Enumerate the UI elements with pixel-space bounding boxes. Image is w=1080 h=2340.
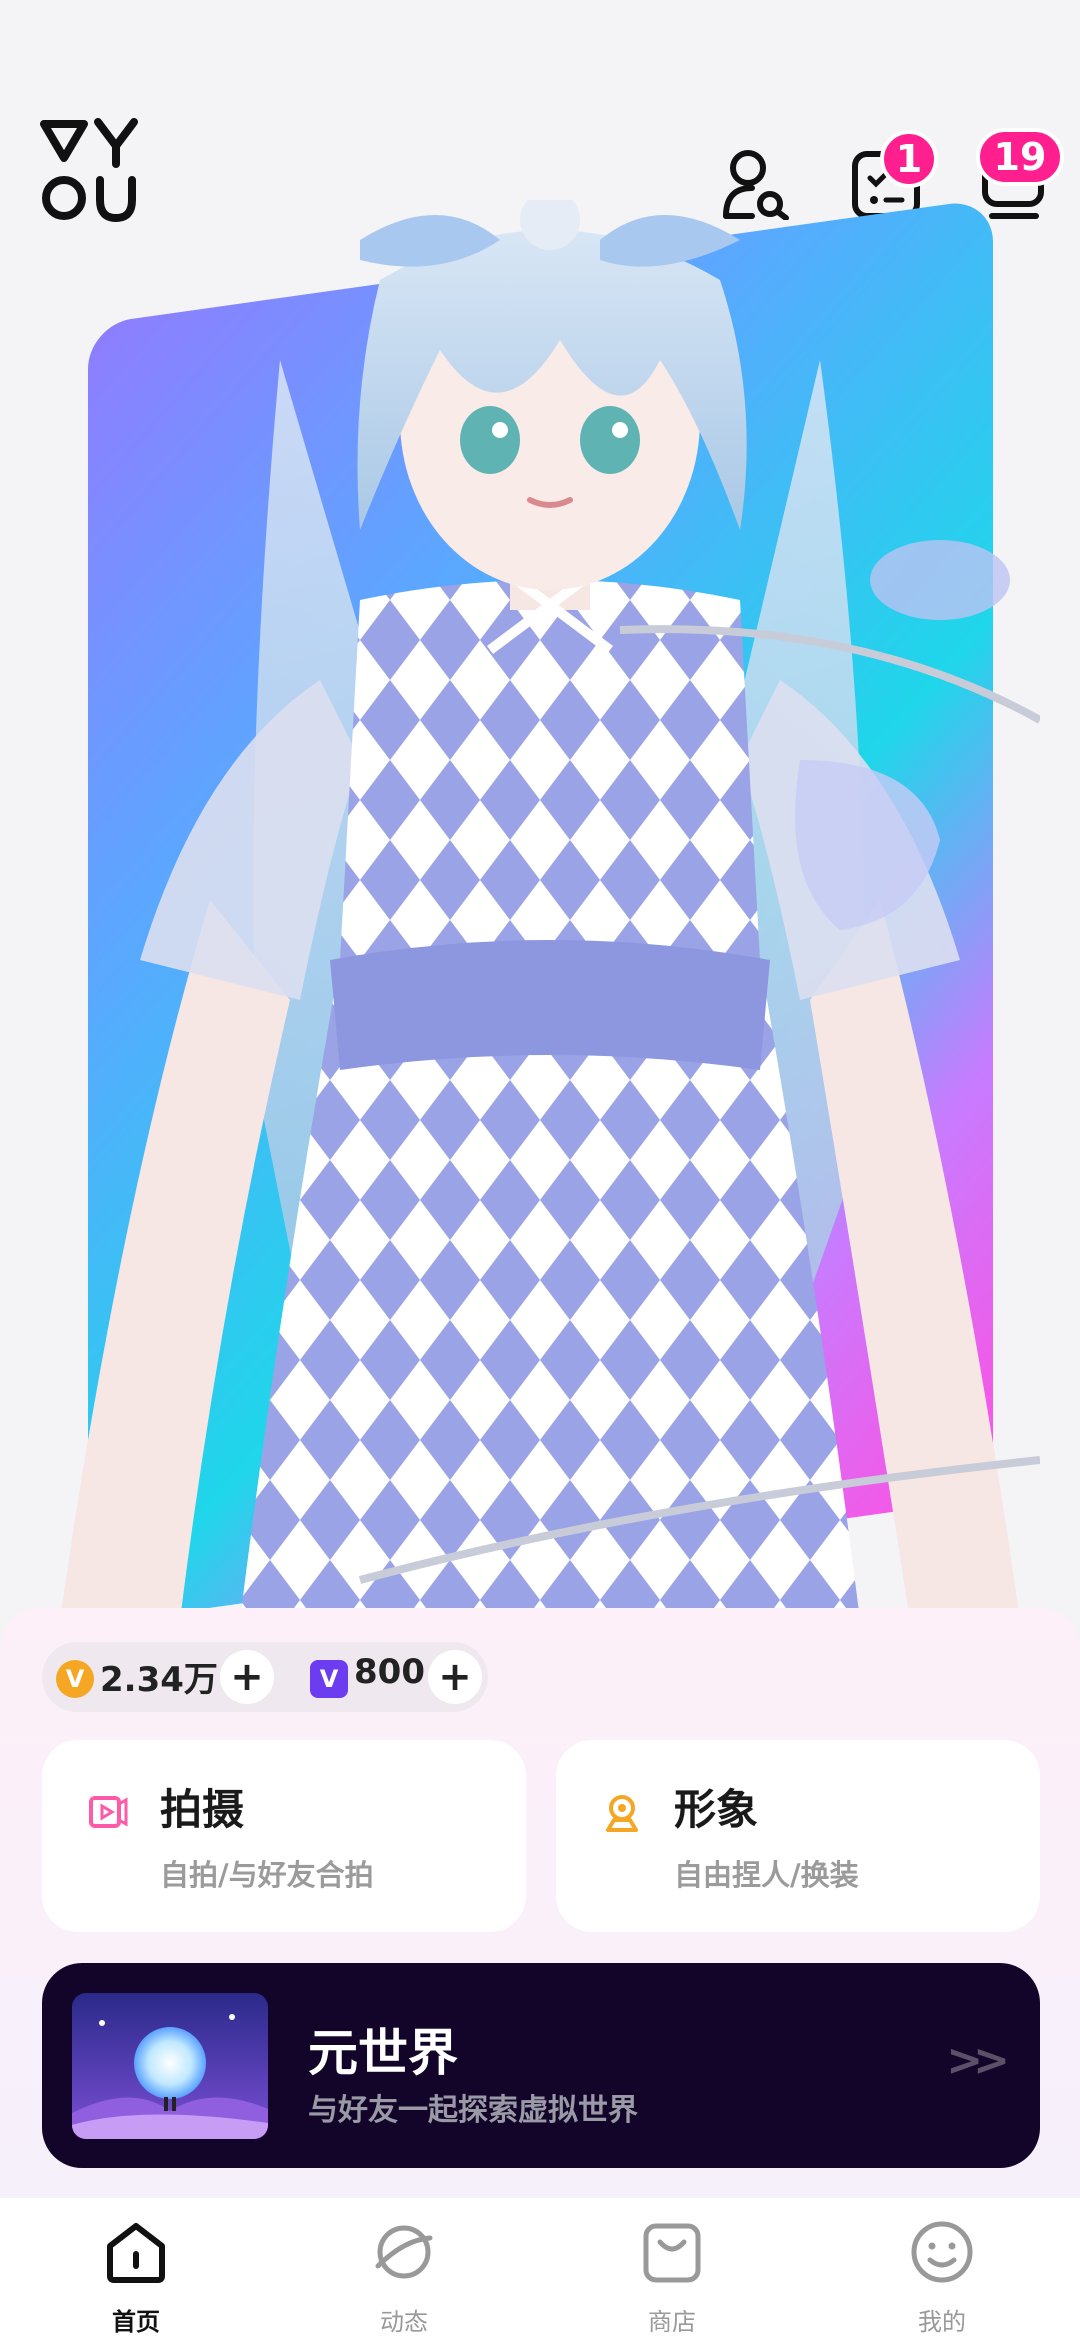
meta-world-thumbnail (72, 1993, 268, 2139)
planet-icon (375, 2225, 433, 2279)
tab-profile-label: 我的 (918, 2308, 966, 2336)
add-gems-button[interactable]: + (428, 1650, 482, 1704)
shoot-card[interactable]: 拍摄 自拍/与好友合拍 (42, 1740, 526, 1932)
avatar-card[interactable]: 形象 自由捏人/换装 (556, 1740, 1040, 1932)
shoot-subtitle: 自拍/与好友合拍 (160, 1858, 374, 1892)
gem-icon: V (310, 1660, 348, 1698)
camera-icon (89, 1796, 128, 1828)
tab-feed-label: 动态 (380, 2308, 428, 2336)
meta-world-banner[interactable]: 元世界 与好友一起探索虚拟世界 >> (42, 1963, 1040, 2168)
gem-balance: 800 (354, 1652, 425, 1692)
add-coins-button[interactable]: + (220, 1650, 274, 1704)
meta-world-title: 元世界 (308, 2024, 458, 2082)
tab-home[interactable]: 首页 (56, 2216, 216, 2336)
tab-store-label: 商店 (648, 2308, 696, 2336)
home-icon (107, 2223, 165, 2283)
tab-store[interactable]: 商店 (592, 2216, 752, 2336)
avatar-icon (606, 1795, 638, 1832)
tab-feed[interactable]: 动态 (324, 2216, 484, 2336)
shoot-title: 拍摄 (160, 1785, 245, 1834)
meta-world-subtitle: 与好友一起探索虚拟世界 (308, 2093, 638, 2128)
avatar-subtitle: 自由捏人/换装 (674, 1858, 859, 1892)
double-chevron-right-icon: >> (946, 2035, 1010, 2086)
tab-profile[interactable]: 我的 (862, 2216, 1022, 2336)
coin-icon: V (56, 1660, 94, 1698)
bag-icon (643, 2223, 701, 2283)
task-badge: 1 (880, 130, 938, 188)
avatar-title: 形象 (674, 1785, 759, 1834)
tab-home-label: 首页 (112, 2308, 160, 2336)
avatar-character[interactable] (60, 200, 1040, 1620)
message-badge: 19 (976, 128, 1064, 186)
smile-icon (911, 2221, 973, 2283)
coin-balance: 2.34万 (100, 1660, 218, 1700)
